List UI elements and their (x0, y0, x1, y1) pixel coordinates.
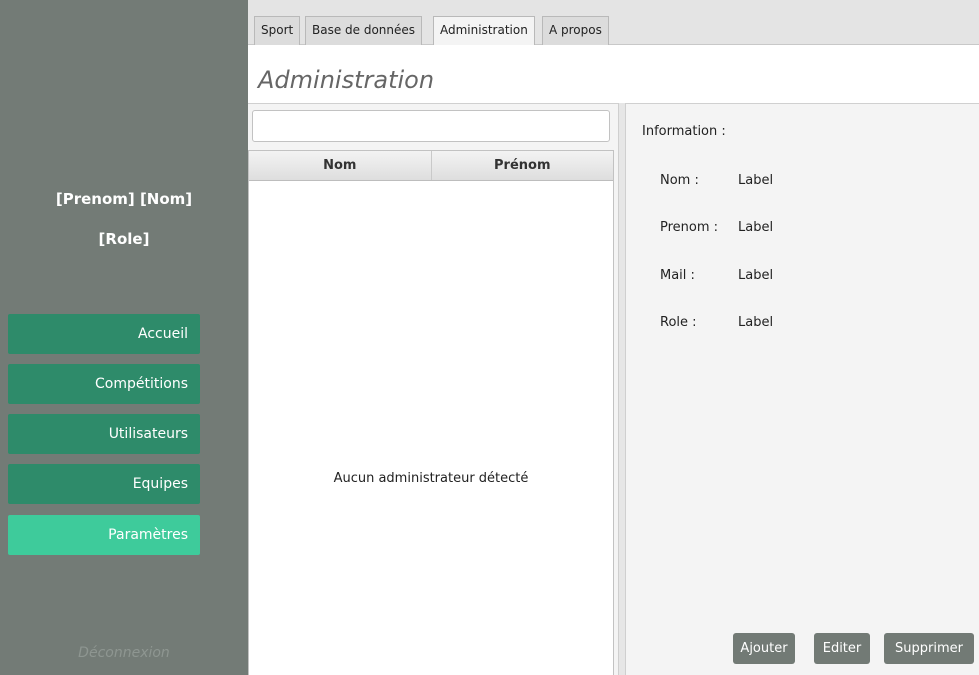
details-panel: Information : Nom : Label Prenom : Label… (626, 103, 979, 675)
admin-table[interactable]: Nom Prénom Aucun administrateur détecté (248, 150, 614, 675)
delete-button[interactable]: Supprimer (884, 633, 974, 664)
table-header: Nom Prénom (249, 151, 613, 181)
column-header-prenom[interactable]: Prénom (432, 151, 614, 180)
tab-sport[interactable]: Sport (254, 16, 301, 45)
details-title: Information : (642, 124, 726, 139)
logout-link[interactable]: Déconnexion (0, 645, 248, 661)
page-title: Administration (258, 66, 435, 94)
field-value-role: Label (738, 315, 774, 330)
field-label-mail: Mail : (660, 268, 695, 283)
field-label-role: Role : (660, 315, 697, 330)
field-value-nom: Label (738, 173, 774, 188)
add-button[interactable]: Ajouter (733, 633, 795, 664)
user-name: [Prenom] [Nom] (55, 190, 193, 208)
nav-button-parametres[interactable]: Paramètres (8, 515, 200, 555)
nav-button-utilisateurs[interactable]: Utilisateurs (8, 414, 200, 454)
column-header-nom[interactable]: Nom (249, 151, 432, 180)
tab-administration[interactable]: Administration (433, 16, 535, 45)
field-value-prenom: Label (738, 220, 774, 235)
user-role: [Role] (98, 230, 150, 248)
search-input[interactable] (252, 110, 610, 142)
nav-button-accueil[interactable]: Accueil (8, 314, 200, 354)
list-panel: Nom Prénom Aucun administrateur détecté (248, 103, 618, 675)
split-divider[interactable] (618, 103, 626, 675)
tab-bar: Sport Base de données Administration A p… (248, 0, 979, 45)
nav-button-competitions[interactable]: Compétitions (8, 364, 200, 404)
field-label-prenom: Prenom : (660, 220, 719, 235)
tab-a-propos[interactable]: A propos (542, 16, 609, 45)
edit-button[interactable]: Editer (814, 633, 870, 664)
tab-base-de-donnees[interactable]: Base de données (305, 16, 423, 45)
nav-button-equipes[interactable]: Equipes (8, 464, 200, 504)
sidebar: [Prenom] [Nom] [Role] Accueil Compétitio… (0, 0, 248, 675)
empty-table-message: Aucun administrateur détecté (333, 471, 529, 486)
field-label-nom: Nom : (660, 173, 699, 188)
field-value-mail: Label (738, 268, 774, 283)
